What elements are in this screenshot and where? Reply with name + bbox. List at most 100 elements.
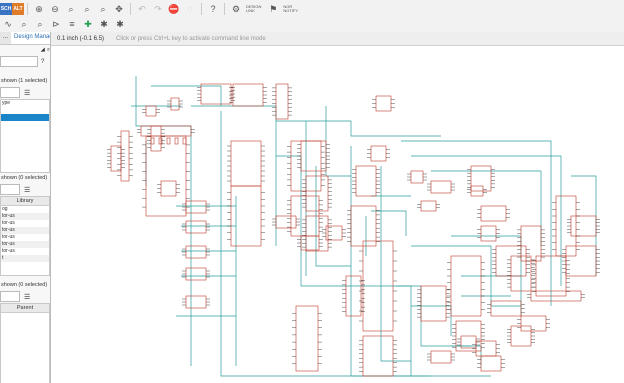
schematic-canvas-area: 0.1 inch (-0.1 6.5) Click or press Ctrl+… xyxy=(51,32,624,383)
list-view-icon[interactable]: ☰ xyxy=(24,89,30,97)
alt-badge[interactable]: ALT xyxy=(12,3,24,15)
design-manager-panel: ... Design Manager ◢⌕ ? shown (1 selecte… xyxy=(0,32,51,383)
gate-icon[interactable]: ⊳ xyxy=(50,18,62,30)
nor-notify-label: NOR NOTIFY xyxy=(283,4,299,13)
component xyxy=(480,205,507,222)
command-hint[interactable]: Click or press Ctrl+L key to activate co… xyxy=(110,36,266,42)
separator xyxy=(224,3,225,15)
wire xyxy=(276,120,441,137)
panel-controls: ◢ ⌕ xyxy=(0,45,50,55)
list-item[interactable]: tor-us xyxy=(1,234,49,241)
section1-status: shown (1 selected) xyxy=(1,78,48,84)
list-view-icon[interactable]: ☰ xyxy=(24,293,30,301)
schematic-drawing[interactable] xyxy=(51,46,624,383)
component xyxy=(370,145,387,162)
sch-badge[interactable]: SCH xyxy=(0,3,12,15)
toolbar-row-top: SCH ALT ⊕ ⊖ ⌕ ⌕ ⌕ ✥ ↶ ↷ ⛔ ◌ ? ⚙ DESIGN L… xyxy=(0,1,298,17)
undo-icon[interactable]: ↶ xyxy=(136,3,148,15)
component xyxy=(375,95,392,112)
section1-controls: ☰ xyxy=(0,86,50,99)
section3-status: shown (0 selected) xyxy=(1,282,48,288)
component xyxy=(475,340,497,357)
list-item-selected[interactable] xyxy=(1,114,49,121)
resistor xyxy=(150,137,155,145)
resistor xyxy=(166,137,171,145)
component xyxy=(232,83,264,107)
component xyxy=(345,275,362,317)
search-icon[interactable]: ⌕ xyxy=(47,45,50,55)
pan-icon[interactable]: ✥ xyxy=(113,3,125,15)
separator xyxy=(201,3,202,15)
component xyxy=(520,315,547,332)
component xyxy=(145,135,187,217)
list-item[interactable]: tor-us xyxy=(1,241,49,248)
component xyxy=(150,125,162,152)
component xyxy=(470,165,492,192)
list-item[interactable]: tor-us xyxy=(1,213,49,220)
bus-icon[interactable]: ≡ xyxy=(66,18,78,30)
component xyxy=(480,225,497,242)
resistor xyxy=(182,137,187,145)
wire xyxy=(431,170,542,246)
tab-design-manager[interactable]: Design Manager xyxy=(11,32,50,44)
component xyxy=(480,355,502,372)
filter-dropdown[interactable] xyxy=(0,56,38,67)
separator xyxy=(27,3,28,15)
zoom-previous-icon[interactable]: ⌕ xyxy=(97,3,109,15)
pin-icon[interactable]: ◢ xyxy=(41,45,45,55)
wire xyxy=(380,166,411,362)
wire xyxy=(220,111,491,377)
component xyxy=(170,97,180,111)
list-item[interactable] xyxy=(1,107,49,114)
wire-icon[interactable]: ∿ xyxy=(2,18,14,30)
list-item[interactable]: tor-us xyxy=(1,227,49,234)
gear-icon[interactable]: ✱ xyxy=(98,18,110,30)
zoom-out-icon[interactable]: ⊖ xyxy=(49,3,61,15)
component xyxy=(305,175,329,212)
wire xyxy=(571,175,597,276)
list-item[interactable]: tor-us xyxy=(1,248,49,255)
section1-dropdown[interactable] xyxy=(0,87,20,98)
stop-icon[interactable]: ⛔ xyxy=(168,3,180,15)
filter-row: ? xyxy=(0,55,50,68)
redo-icon[interactable]: ↷ xyxy=(152,3,164,15)
list-item[interactable]: tor-us xyxy=(1,220,49,227)
component xyxy=(570,215,597,237)
nor-notify-icon[interactable]: ⚑ xyxy=(267,3,279,15)
list-item[interactable]: t xyxy=(1,255,49,262)
component xyxy=(420,200,437,212)
type-list: ype xyxy=(0,99,50,173)
tab-previous[interactable]: ... xyxy=(0,32,11,44)
search-icon[interactable]: ⌕ xyxy=(18,18,30,30)
section2-dropdown[interactable] xyxy=(0,184,20,195)
settings-icon[interactable]: ✱ xyxy=(114,18,126,30)
component xyxy=(410,170,424,184)
separator xyxy=(130,3,131,15)
component xyxy=(295,305,319,372)
refresh-icon[interactable]: ◌ xyxy=(184,3,196,15)
design-link-icon[interactable]: ⚙ xyxy=(230,3,242,15)
component xyxy=(275,215,297,229)
component xyxy=(362,335,394,377)
component xyxy=(200,83,232,105)
sch-badge-label: SCH xyxy=(0,6,12,12)
zoom-area-icon[interactable]: ⌕ xyxy=(81,3,93,15)
zoom-in-icon[interactable]: ⊕ xyxy=(33,3,45,15)
zoom-fit-icon[interactable]: ⌕ xyxy=(65,3,77,15)
wire xyxy=(151,85,222,106)
library-list: Library og tor-us tor-us tor-us tor-us t… xyxy=(0,196,50,276)
parent-list: Parent xyxy=(0,303,50,383)
list-view-icon[interactable]: ☰ xyxy=(24,186,30,194)
design-link-label: DESIGN LINK xyxy=(246,4,262,13)
component xyxy=(300,140,327,172)
search-plus-icon[interactable]: ⌕ xyxy=(34,18,46,30)
help-icon[interactable]: ? xyxy=(41,59,44,65)
add-part-icon[interactable]: ✚ xyxy=(82,18,94,30)
component xyxy=(450,255,482,317)
help-icon[interactable]: ? xyxy=(207,3,219,15)
list-item[interactable]: og xyxy=(1,206,49,213)
component xyxy=(230,185,262,247)
component xyxy=(490,300,522,317)
section3-dropdown[interactable] xyxy=(0,291,20,302)
type-header: ype xyxy=(2,100,11,106)
